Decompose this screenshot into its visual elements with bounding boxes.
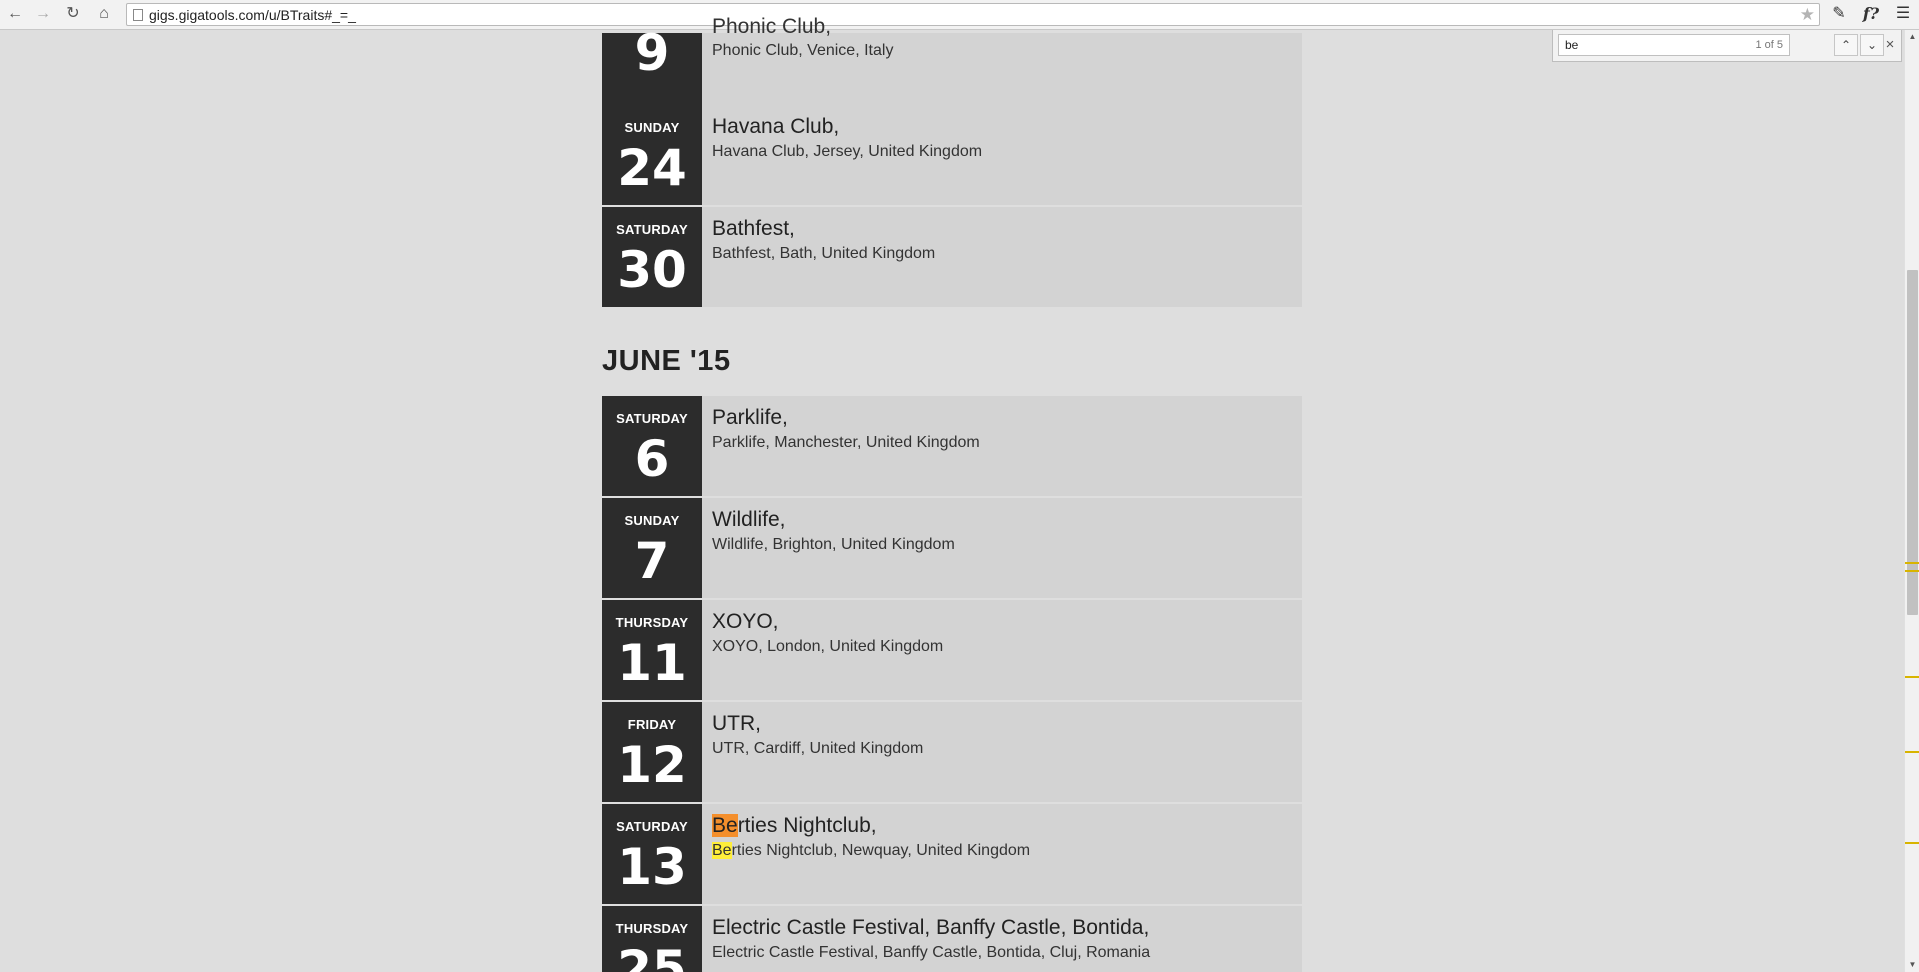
reload-icon[interactable]: ↻: [62, 3, 84, 25]
event-weekday: SATURDAY: [616, 222, 688, 237]
event-weekday: SATURDAY: [616, 411, 688, 426]
date-box: SUNDAY 7: [602, 498, 702, 598]
event-venue: Phonic Club, Venice, Italy: [712, 42, 894, 59]
find-match-marker: [1905, 751, 1919, 753]
date-box: SATURDAY 6: [602, 396, 702, 496]
event-venue-rest: rties Nightclub, Newquay, United Kingdom: [731, 842, 1031, 859]
find-match-marker: [1905, 842, 1919, 844]
scroll-up-arrow[interactable]: ▲: [1905, 30, 1919, 44]
event-title[interactable]: Bathfest,: [712, 217, 795, 241]
url-text[interactable]: gigs.gigatools.com/u/BTraits#_=_: [149, 7, 356, 23]
find-highlight: Be: [712, 842, 732, 859]
event-weekday: FRIDAY: [627, 717, 677, 732]
event-title[interactable]: Electric Castle Festival, Banffy Castle,…: [712, 916, 1149, 940]
event-title[interactable]: Havana Club,: [712, 115, 839, 139]
menu-icon[interactable]: ☰: [1892, 3, 1914, 25]
event-venue: UTR, Cardiff, United Kingdom: [712, 740, 924, 757]
event-title[interactable]: Phonic Club,: [712, 15, 831, 39]
event-weekday: THURSDAY: [615, 921, 689, 936]
event-title-rest: rties Nightclub,: [737, 814, 877, 837]
find-query[interactable]: be: [1565, 38, 1578, 52]
extension-icon[interactable]: ✎: [1828, 3, 1850, 25]
find-bar: be 1 of 5 ⌃ ⌄ ×: [1552, 30, 1902, 62]
find-next-button[interactable]: ⌄: [1860, 34, 1884, 56]
event-venue: Havana Club, Jersey, United Kingdom: [712, 143, 983, 160]
find-match-marker: [1905, 562, 1919, 564]
star-icon[interactable]: ★: [1800, 5, 1815, 25]
event-title[interactable]: Parklife,: [712, 406, 788, 430]
event-row[interactable]: SATURDAY 13 Berties Nightclub, Berties N…: [602, 804, 1302, 904]
find-count: 1 of 5: [1755, 39, 1783, 51]
event-day: 7: [634, 532, 670, 590]
event-weekday: SUNDAY: [624, 513, 680, 528]
find-highlight-active: Be: [712, 814, 738, 837]
event-day: 12: [617, 736, 687, 794]
event-row[interactable]: SUNDAY 7 Wildlife, Wildlife, Brighton, U…: [602, 498, 1302, 598]
event-day: 6: [634, 430, 670, 488]
event-day: 24: [617, 139, 687, 197]
date-box: THURSDAY 25: [602, 906, 702, 972]
event-weekday: THURSDAY: [615, 615, 689, 630]
event-row[interactable]: SUNDAY 24 Havana Club, Havana Club, Jers…: [602, 105, 1302, 205]
event-venue: Electric Castle Festival, Banffy Castle,…: [712, 944, 1151, 961]
event-title[interactable]: Berties Nightclub,: [712, 814, 877, 838]
event-venue: Berties Nightclub, Newquay, United Kingd…: [712, 842, 1030, 860]
forward-icon[interactable]: →: [32, 3, 54, 25]
font-icon[interactable]: f?: [1860, 3, 1882, 25]
find-previous-button[interactable]: ⌃: [1834, 34, 1858, 56]
event-title[interactable]: Wildlife,: [712, 508, 786, 532]
chevron-down-icon: ⌄: [1866, 38, 1878, 52]
date-box: SUNDAY 24: [602, 105, 702, 205]
event-venue: Parklife, Manchester, United Kingdom: [712, 434, 980, 451]
scroll-down-arrow[interactable]: ▼: [1905, 958, 1919, 972]
event-day: 9: [634, 24, 670, 82]
back-icon[interactable]: ←: [4, 3, 26, 25]
home-icon[interactable]: ⌂: [93, 3, 115, 25]
event-row[interactable]: SATURDAY 6 Parklife, Parklife, Mancheste…: [602, 396, 1302, 496]
event-day: 30: [617, 241, 687, 299]
chevron-up-icon: ⌃: [1840, 38, 1852, 52]
month-heading: JUNE '15: [602, 345, 731, 377]
event-title[interactable]: UTR,: [712, 712, 761, 736]
event-row[interactable]: THURSDAY 25 Electric Castle Festival, Ba…: [602, 906, 1302, 972]
event-row[interactable]: THURSDAY 11 XOYO, XOYO, London, United K…: [602, 600, 1302, 700]
event-row[interactable]: SATURDAY 30 Bathfest, Bathfest, Bath, Un…: [602, 207, 1302, 307]
event-day: 11: [617, 634, 687, 692]
find-input[interactable]: be 1 of 5: [1558, 34, 1790, 56]
date-box: SATURDAY 13: [602, 804, 702, 904]
event-weekday: SATURDAY: [616, 819, 688, 834]
event-venue: Bathfest, Bath, United Kingdom: [712, 245, 936, 262]
find-match-marker: [1905, 570, 1919, 572]
date-box: SATURDAY 30: [602, 207, 702, 307]
address-bar[interactable]: gigs.gigatools.com/u/BTraits#_=_ ★: [126, 3, 1820, 26]
event-weekday: SUNDAY: [624, 120, 680, 135]
event-row[interactable]: FRIDAY 12 UTR, UTR, Cardiff, United King…: [602, 702, 1302, 802]
find-match-marker: [1905, 676, 1919, 678]
vertical-scrollbar[interactable]: ▲ ▼: [1904, 30, 1919, 972]
page-icon: [133, 9, 143, 21]
event-day: 25: [617, 940, 687, 972]
date-box: THURSDAY 11: [602, 600, 702, 700]
event-venue: XOYO, London, United Kingdom: [712, 638, 944, 655]
close-icon[interactable]: ×: [1883, 35, 1897, 55]
event-day: 13: [617, 838, 687, 896]
date-box: FRIDAY 12: [602, 702, 702, 802]
event-venue: Wildlife, Brighton, United Kingdom: [712, 536, 955, 553]
event-title[interactable]: XOYO,: [712, 610, 779, 634]
browser-toolbar: ← → ↻ ⌂ gigs.gigatools.com/u/BTraits#_=_…: [0, 0, 1919, 30]
